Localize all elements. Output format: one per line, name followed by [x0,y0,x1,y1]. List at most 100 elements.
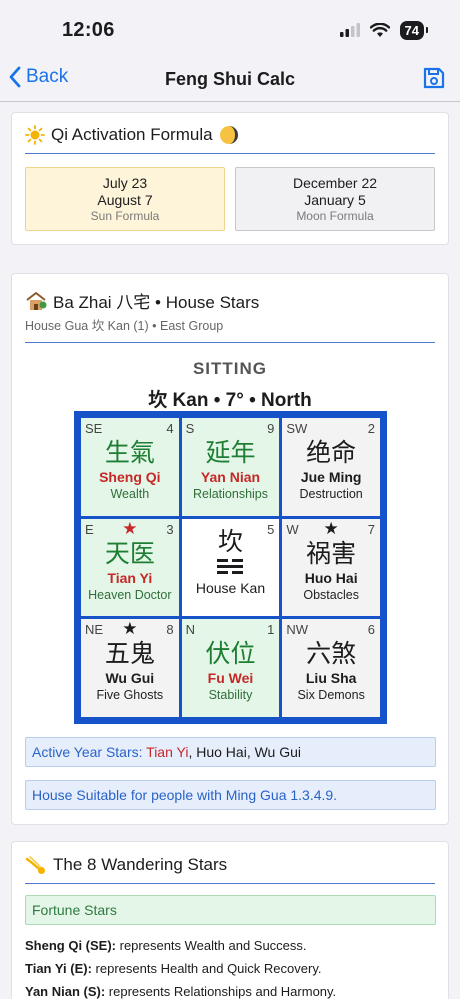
status-time: 12:06 [62,18,115,41]
back-button[interactable]: Back [8,66,68,88]
cell-direction: NW [286,622,308,638]
star-description-name: Tian Yi (E): [25,961,92,976]
house-stars-grid: SE 4 生氣 Sheng Qi Wealth S 9 延年 Yan Nian … [74,411,387,724]
save-button[interactable] [422,66,446,95]
moon-formula-date2: January 5 [304,192,366,208]
cell-direction: S [185,421,195,436]
sun-formula-box[interactable]: July 23 August 7 Sun Formula [25,167,225,231]
cell-number: 7 [367,521,375,537]
cell-meaning: Five Ghosts [96,688,164,703]
cell-hanzi: 绝命 [306,439,357,467]
save-icon [423,67,445,89]
grid-cell-ne[interactable]: NE ★ 8 五鬼 Wu Gui Five Ghosts [81,619,179,717]
cell-meaning: Wealth [110,487,150,501]
cell-pinyin: Sheng Qi [99,469,161,485]
wifi-icon [369,22,390,37]
cell-number: 8 [166,622,174,638]
star-description-text: represents Wealth and Success. [116,938,307,953]
active-star-icon: ★ [122,518,138,538]
cell-direction: SW [286,421,308,436]
active-star-icon: ★ [122,619,138,639]
page-title: Feng Shui Calc [164,69,296,89]
cell-hanzi: 伏位 [205,640,256,669]
grid-cell-n[interactable]: N 1 伏位 Fu Wei Stability [181,619,280,717]
active-year-separator: , [188,744,193,760]
grid-cell-se[interactable]: SE 4 生氣 Sheng Qi Wealth [81,418,179,516]
grid-cell-e[interactable]: E ★ 3 天医 Tian Yi Heaven Doctor [81,518,179,617]
house-name: House Kan [195,579,266,596]
comet-icon [25,856,45,874]
wandering-stars-title: The 8 Wandering Stars [53,855,228,874]
moon-formula-date1: December 22 [292,175,378,191]
grid-cell-sw[interactable]: SW 2 绝命 Jue Ming Destruction [282,418,380,516]
cell-hanzi: 祸害 [306,539,357,568]
cell-meaning: Relationships [192,487,269,501]
active-year-stars-bar: Active Year Stars: Tian Yi, Huo Hai, Wu … [25,737,436,767]
cell-hanzi: 延年 [205,439,256,467]
cell-meaning: Destruction [299,487,363,501]
star-description-text: represents Relationships and Harmony. [105,984,337,999]
moon-formula-label: Moon Formula [296,209,374,223]
cell-meaning: Six Demons [297,688,365,703]
cell-meaning: Heaven Doctor [88,587,172,602]
qi-activation-card: Qi Activation Formula July 23 August 7 S… [11,112,449,245]
star-description: Yan Nian (S): represents Relationships a… [25,984,336,999]
kan-trigram-icon [182,558,280,574]
wandering-stars-header: The 8 Wandering Stars [25,855,435,884]
moon-icon [219,126,238,144]
cell-direction: N [185,622,196,638]
cell-number: 2 [367,421,375,436]
battery-indicator: 74 [399,20,429,40]
ba-zhai-card: Ba Zhai 八宅 • House Stars House Gua 坎 Kan… [11,273,449,825]
chevron-left-icon [9,66,21,88]
cell-hanzi: 六煞 [306,640,357,669]
back-label: Back [26,66,69,87]
fortune-stars-bar: Fortune Stars [25,895,436,925]
cell-hanzi: 坎 [217,527,243,556]
grid-cell-center[interactable]: 5 坎 House Kan [181,518,280,617]
moon-formula-box[interactable]: December 22 January 5 Moon Formula [235,167,435,231]
ba-zhai-title: Ba Zhai 八宅 • House Stars [53,293,260,312]
star-description: Sheng Qi (SE): represents Wealth and Suc… [25,938,307,953]
star-description-name: Sheng Qi (SE): [25,938,116,953]
signal-icon [339,23,360,37]
active-year-label: Active Year Stars: [32,744,143,760]
active-year-star-3: Wu Gui [254,744,302,760]
grid-cell-s[interactable]: S 9 延年 Yan Nian Relationships [181,418,280,516]
status-icons: 74 [339,20,429,40]
cell-meaning: Stability [208,688,253,703]
grid-cell-w[interactable]: W ★ 7 祸害 Huo Hai Obstacles [282,518,380,617]
cell-pinyin: Wu Gui [105,670,155,687]
cell-number: 9 [267,421,275,436]
active-year-star-1: Tian Yi [146,744,189,760]
cell-meaning: Obstacles [303,587,359,602]
grid-cell-nw[interactable]: NW 6 六煞 Liu Sha Six Demons [282,619,380,717]
cell-pinyin: Yan Nian [200,469,261,485]
star-description-name: Yan Nian (S): [25,984,106,999]
cell-hanzi: 五鬼 [104,640,155,669]
house-icon [26,291,47,310]
sitting-label: SITTING [192,359,268,378]
sun-formula-date1: July 23 [102,175,148,191]
sun-formula-label: Sun Formula [90,209,160,223]
wandering-stars-card: The 8 Wandering Stars Fortune Stars Shen… [11,841,449,999]
star-description-text: represents Health and Quick Recovery. [91,961,322,976]
ba-zhai-header: Ba Zhai 八宅 • House Stars [25,288,435,313]
active-star-icon: ★ [323,518,339,538]
status-bar: 12:06 74 [0,0,460,60]
sitting-value: 坎 Kan • 7° • North [148,390,312,411]
qi-activation-title: Qi Activation Formula [51,125,213,144]
sun-formula-date2: August 7 [97,192,153,208]
cell-number: 4 [166,421,174,436]
cell-number: 1 [267,622,275,638]
cell-pinyin: Jue Ming [300,469,362,485]
active-year-star-2: Huo Hai [196,744,247,760]
cell-direction: SE [85,421,103,436]
cell-number: 6 [367,622,375,638]
cell-pinyin: Liu Sha [305,670,357,687]
house-suitable-bar: House Suitable for people with Ming Gua … [25,780,436,810]
cell-pinyin: Huo Hai [304,569,358,586]
qi-formula-boxes: July 23 August 7 Sun Formula December 22… [12,167,448,231]
cell-number: 5 [267,521,275,537]
cell-hanzi: 天医 [104,539,155,568]
